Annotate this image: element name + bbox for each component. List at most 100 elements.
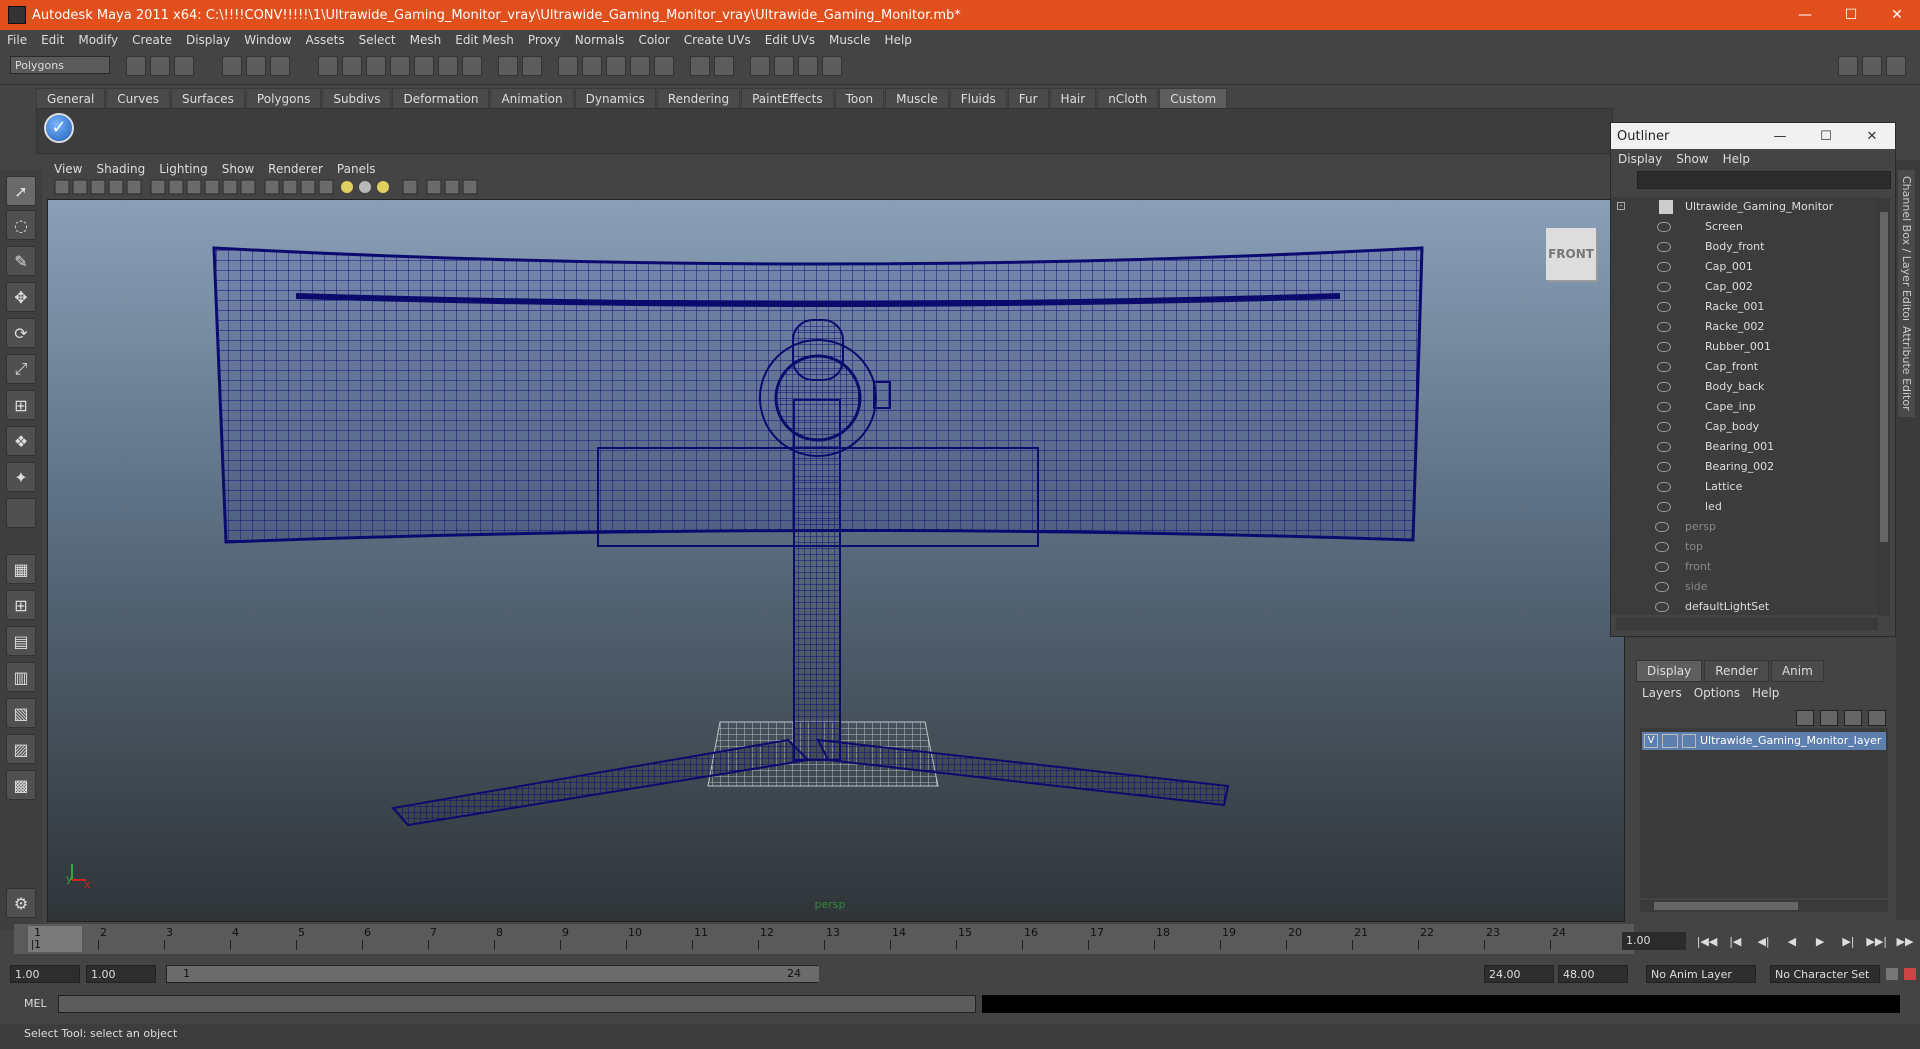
history-icon[interactable] [438, 56, 458, 76]
outliner-item[interactable]: Cap_body [1611, 417, 1881, 437]
playback-end-field[interactable]: 24.00 [1484, 965, 1554, 983]
view-cube[interactable]: FRONT [1546, 228, 1596, 280]
clapper-icon[interactable] [774, 56, 794, 76]
tool-settings-toggle-icon[interactable] [1862, 56, 1882, 76]
shelf-tab-fluids[interactable]: Fluids [949, 88, 1007, 109]
shelf-tab-deformation[interactable]: Deformation [392, 88, 490, 109]
panel-menu-lighting[interactable]: Lighting [152, 162, 215, 176]
menu-file[interactable]: File [0, 33, 34, 47]
menu-proxy[interactable]: Proxy [521, 33, 568, 47]
ipr-render-icon[interactable] [582, 56, 602, 76]
shelf-tab-surfaces[interactable]: Surfaces [170, 88, 245, 109]
custom-layout-icon[interactable]: ▨ [6, 734, 36, 764]
time-slider[interactable]: 1 1 2 3 4 5 6 7 8 9 10 11 12 13 14 15 16… [14, 924, 1634, 954]
rotate-tool-icon[interactable]: ⟳ [6, 318, 36, 348]
play-forwards-button[interactable]: ▶ [1809, 932, 1831, 950]
layer-horizontal-scrollbar[interactable] [1640, 900, 1888, 912]
menu-display[interactable]: Display [179, 33, 237, 47]
panel-toolbar-icons[interactable] [47, 177, 567, 199]
layer-display-type-toggle[interactable] [1662, 734, 1678, 748]
render-view-icon[interactable] [654, 56, 674, 76]
shelf-tab-ncloth[interactable]: nCloth [1097, 88, 1159, 109]
snap-curve-icon[interactable] [342, 56, 362, 76]
anim-layer-dropdown[interactable]: No Anim Layer [1646, 965, 1756, 983]
command-input[interactable] [58, 995, 976, 1013]
menu-muscle[interactable]: Muscle [822, 33, 878, 47]
outliner-menu-show[interactable]: Show [1669, 152, 1715, 166]
move-layer-up-icon[interactable] [1796, 710, 1814, 726]
preferences-icon[interactable] [1904, 968, 1916, 980]
current-time-field[interactable]: 1.00 [1622, 932, 1686, 950]
step-back-key-button[interactable]: ◀| [1753, 932, 1775, 950]
shelf-tab-custom[interactable]: Custom [1159, 88, 1228, 109]
new-scene-icon[interactable] [126, 56, 146, 76]
menu-modify[interactable]: Modify [71, 33, 125, 47]
go-to-start-button[interactable]: |◀◀ [1696, 932, 1718, 950]
outliner-item[interactable]: Cape_inp [1611, 397, 1881, 417]
camera-icon[interactable] [750, 56, 770, 76]
shelf-tab-polygons[interactable]: Polygons [245, 88, 322, 109]
outliner-maximize-button[interactable]: ☐ [1803, 123, 1849, 149]
close-button[interactable]: ✕ [1874, 0, 1920, 30]
shelf-tab-muscle[interactable]: Muscle [885, 88, 949, 109]
menu-select[interactable]: Select [352, 33, 403, 47]
layer-color-swatch[interactable] [1682, 734, 1696, 748]
range-slider-thumb[interactable]: 1 24 [167, 966, 819, 982]
channel-box-toggle-icon[interactable] [1886, 56, 1906, 76]
scroll-thumb[interactable] [1654, 902, 1798, 910]
persp-outliner-layout-icon[interactable]: ▤ [6, 626, 36, 656]
outliner-camera-item[interactable]: side [1611, 577, 1881, 597]
outliner-close-button[interactable]: ✕ [1849, 123, 1895, 149]
shelf-tab-curves[interactable]: Curves [106, 88, 170, 109]
shelf-tab-hair[interactable]: Hair [1049, 88, 1097, 109]
outliner-item[interactable]: Racke_002 [1611, 317, 1881, 337]
outliner-item-root[interactable]: - Ultrawide_Gaming_Monitor [1611, 197, 1881, 217]
check-circle-icon[interactable]: ✓ [44, 113, 74, 143]
outliner-filter-field[interactable] [1637, 171, 1891, 189]
menu-assets[interactable]: Assets [299, 33, 352, 47]
render-sequence-icon[interactable] [798, 56, 818, 76]
panel-menu-shading[interactable]: Shading [89, 162, 152, 176]
range-slider[interactable]: 1 24 [166, 965, 819, 983]
snap-grid-icon[interactable] [318, 56, 338, 76]
open-scene-icon[interactable] [150, 56, 170, 76]
outliner-item[interactable]: Screen [1611, 217, 1881, 237]
outliner-horizontal-scrollbar[interactable] [1616, 618, 1878, 630]
step-back-frame-button[interactable]: |◀ [1724, 932, 1746, 950]
select-component-icon[interactable] [270, 56, 290, 76]
outliner-item[interactable]: Cap_front [1611, 357, 1881, 377]
move-tool-icon[interactable]: ✥ [6, 282, 36, 312]
maximize-button[interactable]: ☐ [1828, 0, 1874, 30]
collapse-icon[interactable]: - [1617, 202, 1625, 210]
layer-tab-render[interactable]: Render [1704, 660, 1769, 682]
menu-create-uvs[interactable]: Create UVs [677, 33, 758, 47]
shelf-tab-rendering[interactable]: Rendering [656, 88, 741, 109]
layer-row[interactable]: V Ultrawide_Gaming_Monitor_layer [1642, 732, 1886, 750]
play-backwards-button[interactable]: ◀ [1781, 932, 1803, 950]
layer-tab-display[interactable]: Display [1636, 660, 1703, 682]
show-manipulator-icon[interactable]: ✦ [6, 462, 36, 492]
shelf-tab-dynamics[interactable]: Dynamics [574, 88, 656, 109]
scroll-thumb[interactable] [1880, 212, 1888, 542]
outliner-item[interactable]: led [1611, 497, 1881, 517]
outliner-camera-item[interactable]: top [1611, 537, 1881, 557]
sidebar-toggle-icon[interactable] [714, 56, 734, 76]
soft-modification-icon[interactable]: ❖ [6, 426, 36, 456]
outliner-item[interactable]: Rubber_001 [1611, 337, 1881, 357]
render-icon[interactable] [558, 56, 578, 76]
layer-menu-help[interactable]: Help [1746, 686, 1785, 700]
shelf-tab-general[interactable]: General [36, 88, 106, 109]
outliner-item[interactable]: Racke_001 [1611, 297, 1881, 317]
character-set-dropdown[interactable]: No Character Set [1770, 965, 1880, 983]
menu-window[interactable]: Window [237, 33, 298, 47]
minimize-button[interactable]: — [1782, 0, 1828, 30]
outliner-item[interactable]: Cap_002 [1611, 277, 1881, 297]
persp-graph-layout-icon[interactable]: ▥ [6, 662, 36, 692]
outliner-set-item[interactable]: defaultLightSet [1611, 597, 1881, 615]
shelf-tab-painteffects[interactable]: PaintEffects [741, 88, 834, 109]
layer-tab-anim[interactable]: Anim [1770, 660, 1824, 682]
select-tool-icon[interactable]: ➚ [6, 176, 36, 206]
help-icon[interactable] [462, 56, 482, 76]
panel-menu-view[interactable]: View [47, 162, 89, 176]
menu-mesh[interactable]: Mesh [403, 33, 449, 47]
